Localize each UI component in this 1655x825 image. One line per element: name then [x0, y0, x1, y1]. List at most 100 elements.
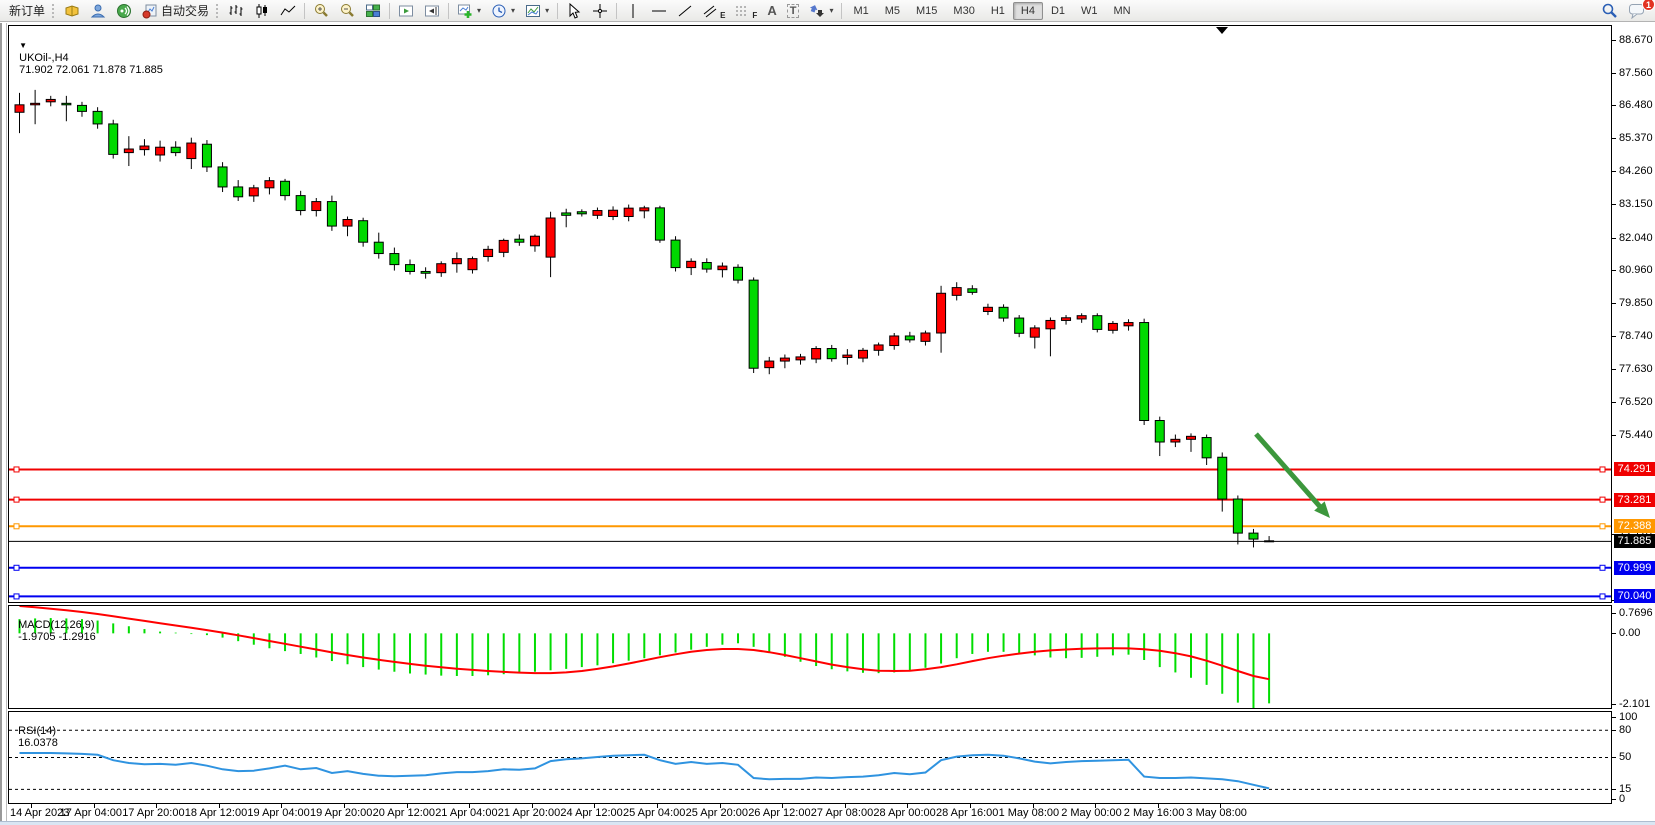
- line-handle[interactable]: [1600, 594, 1605, 599]
- cursor-tool-button[interactable]: [561, 1, 587, 21]
- price-tick-label: 87.560: [1619, 67, 1653, 79]
- navigator-button[interactable]: [85, 1, 111, 21]
- main-chart-panel[interactable]: [8, 25, 1612, 603]
- signals-button[interactable]: [111, 1, 137, 21]
- rsi-tick-label: 100: [1619, 711, 1637, 723]
- timeframe-m1-button[interactable]: M1: [845, 2, 876, 20]
- chart-collapse-icon[interactable]: ▼: [19, 41, 27, 50]
- timeframe-m15-button[interactable]: M15: [908, 2, 945, 20]
- line-handle[interactable]: [1600, 467, 1605, 472]
- macd-chart[interactable]: [9, 606, 1611, 708]
- fibonacci-tool-button[interactable]: F: [730, 1, 762, 21]
- new-order-button[interactable]: 新订单: [4, 1, 50, 21]
- rsi-value: 16.0378: [18, 737, 58, 749]
- rsi-tick: [1612, 799, 1616, 800]
- time-axis-label: 28 Apr 00:00: [873, 807, 935, 819]
- line-handle[interactable]: [1600, 497, 1605, 502]
- zoom-out-button[interactable]: [334, 1, 360, 21]
- macd-histogram: [20, 618, 1270, 708]
- auto-scroll-button[interactable]: [393, 1, 419, 21]
- line-handle[interactable]: [14, 565, 19, 570]
- candlestick-chart[interactable]: [9, 26, 1611, 602]
- price-axis[interactable]: 88.67087.56086.48085.37084.26083.15082.0…: [1612, 23, 1655, 805]
- auto-trading-button[interactable]: 自动交易: [137, 1, 214, 21]
- time-axis-label: 19 Apr 04:00: [247, 807, 309, 819]
- indicators-button[interactable]: ▾: [452, 1, 486, 21]
- line-handle[interactable]: [1600, 565, 1605, 570]
- price-tick-label: 77.630: [1619, 363, 1653, 375]
- toolbar-separator: [841, 3, 842, 19]
- timeframe-m5-button[interactable]: M5: [877, 2, 908, 20]
- vertical-line-tool-button[interactable]: [620, 1, 646, 21]
- timeframe-d1-button[interactable]: D1: [1043, 2, 1073, 20]
- rsi-tick: [1612, 789, 1616, 790]
- timeframe-h4-button[interactable]: H4: [1013, 2, 1043, 20]
- macd-tick: [1612, 633, 1616, 634]
- indicators-icon: [457, 3, 473, 19]
- vertical-line-icon: [625, 3, 641, 19]
- rsi-chart[interactable]: [9, 712, 1611, 803]
- timeframe-mn-button[interactable]: MN: [1106, 2, 1139, 20]
- price-tick-label: 83.150: [1619, 198, 1653, 210]
- time-axis[interactable]: 14 Apr 202317 Apr 04:0017 Apr 20:0018 Ap…: [8, 804, 1612, 821]
- crosshair-tool-button[interactable]: [587, 1, 613, 21]
- trend-arrow-annotation[interactable]: [1256, 434, 1330, 518]
- tile-windows-button[interactable]: [360, 1, 386, 21]
- price-tick: [1612, 238, 1616, 239]
- price-tick-label: 75.440: [1619, 429, 1653, 441]
- macd-tick-label: 0.00: [1619, 627, 1640, 639]
- window-left-edge: [0, 23, 7, 822]
- trendline-tool-button[interactable]: [672, 1, 698, 21]
- price-tick: [1612, 40, 1616, 41]
- rsi-tick: [1612, 730, 1616, 731]
- new-order-label: 新订单: [9, 2, 45, 19]
- market-watch-button[interactable]: [59, 1, 85, 21]
- arrows-tool-button[interactable]: ▾: [804, 1, 838, 21]
- main-toolbar: 新订单 自动交易 ▾ ▾: [0, 0, 1655, 22]
- zoom-in-button[interactable]: [308, 1, 334, 21]
- chart-shift-button[interactable]: [419, 1, 445, 21]
- trendline-icon: [677, 3, 693, 19]
- search-button[interactable]: [1596, 1, 1623, 21]
- macd-panel[interactable]: [8, 605, 1612, 709]
- bar-chart-mode-button[interactable]: [223, 1, 249, 21]
- price-flag-73.281: 73.281: [1614, 493, 1655, 507]
- chevron-down-icon: ▾: [477, 6, 481, 15]
- shapes-icon: [809, 3, 825, 19]
- rsi-panel[interactable]: [8, 711, 1612, 804]
- navigator-icon: [90, 3, 106, 19]
- candlestick-mode-button[interactable]: [249, 1, 275, 21]
- text-label-tool-button[interactable]: T: [782, 1, 805, 21]
- price-tick: [1612, 435, 1616, 436]
- price-tick: [1612, 138, 1616, 139]
- periods-button[interactable]: ▾: [486, 1, 520, 21]
- equidistant-channel-tool-button[interactable]: E: [698, 1, 730, 21]
- line-chart-mode-button[interactable]: [275, 1, 301, 21]
- timeframe-h1-button[interactable]: H1: [983, 2, 1013, 20]
- candlestick-icon: [254, 3, 270, 19]
- time-axis-label: 25 Apr 04:00: [623, 807, 685, 819]
- line-handle[interactable]: [14, 594, 19, 599]
- line-handle[interactable]: [1600, 524, 1605, 529]
- chevron-down-icon: ▾: [511, 6, 515, 15]
- market-watch-icon: [64, 3, 80, 19]
- templates-button[interactable]: ▾: [520, 1, 554, 21]
- horizontal-line-tool-button[interactable]: [646, 1, 672, 21]
- chart-title: ▼ UKOil-,H4 71.902 72.061 71.878 71.885: [13, 28, 163, 76]
- text-icon: A: [767, 3, 776, 18]
- chart-shift-marker[interactable]: [1216, 27, 1228, 34]
- line-handle[interactable]: [14, 467, 19, 472]
- timeframe-w1-button[interactable]: W1: [1073, 2, 1106, 20]
- line-chart-icon: [280, 3, 296, 19]
- chart-shift-icon: [424, 3, 440, 19]
- time-axis-label: 21 Apr 20:00: [498, 807, 560, 819]
- timeframe-m30-button[interactable]: M30: [945, 2, 982, 20]
- timeframe-group: M1M5M15M30H1H4D1W1MN: [845, 2, 1138, 20]
- notifications-button[interactable]: 1: [1623, 1, 1651, 21]
- line-handle[interactable]: [14, 497, 19, 502]
- window-bottom-edge: [0, 821, 1655, 825]
- cursor-icon: [566, 3, 582, 19]
- time-axis-label: 17 Apr 20:00: [122, 807, 184, 819]
- text-tool-button[interactable]: A: [762, 1, 781, 21]
- line-handle[interactable]: [14, 524, 19, 529]
